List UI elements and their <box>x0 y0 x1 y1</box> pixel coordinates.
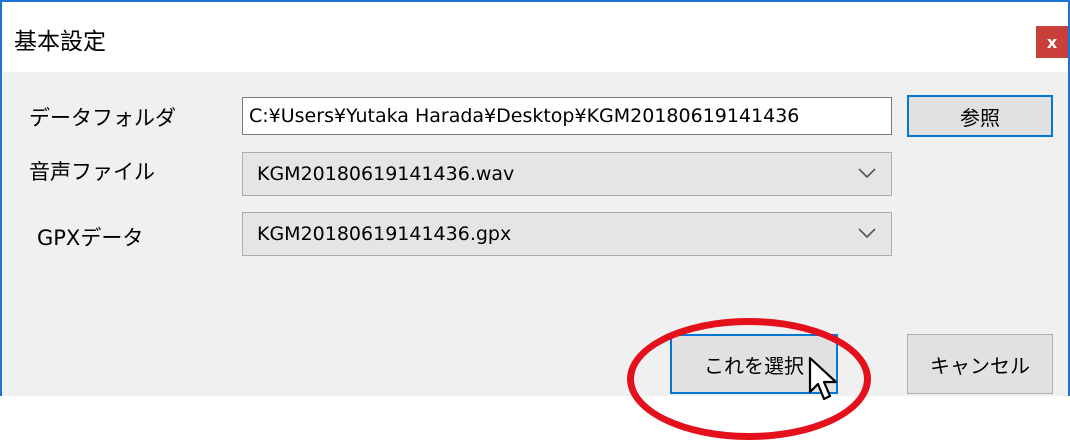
audio-file-select[interactable]: KGM20180619141436.wav <box>242 152 892 196</box>
browse-button[interactable]: 参照 <box>907 95 1053 137</box>
chevron-down-icon <box>858 228 876 239</box>
close-icon: x <box>1046 32 1058 52</box>
gpx-data-selected: KGM20180619141436.gpx <box>257 223 512 245</box>
close-button[interactable]: x <box>1036 26 1068 58</box>
title-bar: 基本設定 x <box>2 2 1068 72</box>
chevron-down-icon <box>858 168 876 179</box>
audio-file-selected: KGM20180619141436.wav <box>257 163 515 185</box>
data-folder-label: データフォルダ <box>29 106 176 130</box>
mouse-pointer-icon <box>808 356 838 401</box>
gpx-data-select[interactable]: KGM20180619141436.gpx <box>242 212 892 256</box>
window-title: 基本設定 <box>14 29 106 55</box>
audio-file-label: 音声ファイル <box>29 160 155 184</box>
gpx-data-label: GPXデータ <box>37 226 144 250</box>
cancel-button[interactable]: キャンセル <box>907 334 1053 394</box>
settings-dialog: 基本設定 x データフォルダ C:¥Users¥Yutaka Harada¥De… <box>0 0 1070 396</box>
data-folder-input[interactable]: C:¥Users¥Yutaka Harada¥Desktop¥KGM201806… <box>242 97 892 135</box>
